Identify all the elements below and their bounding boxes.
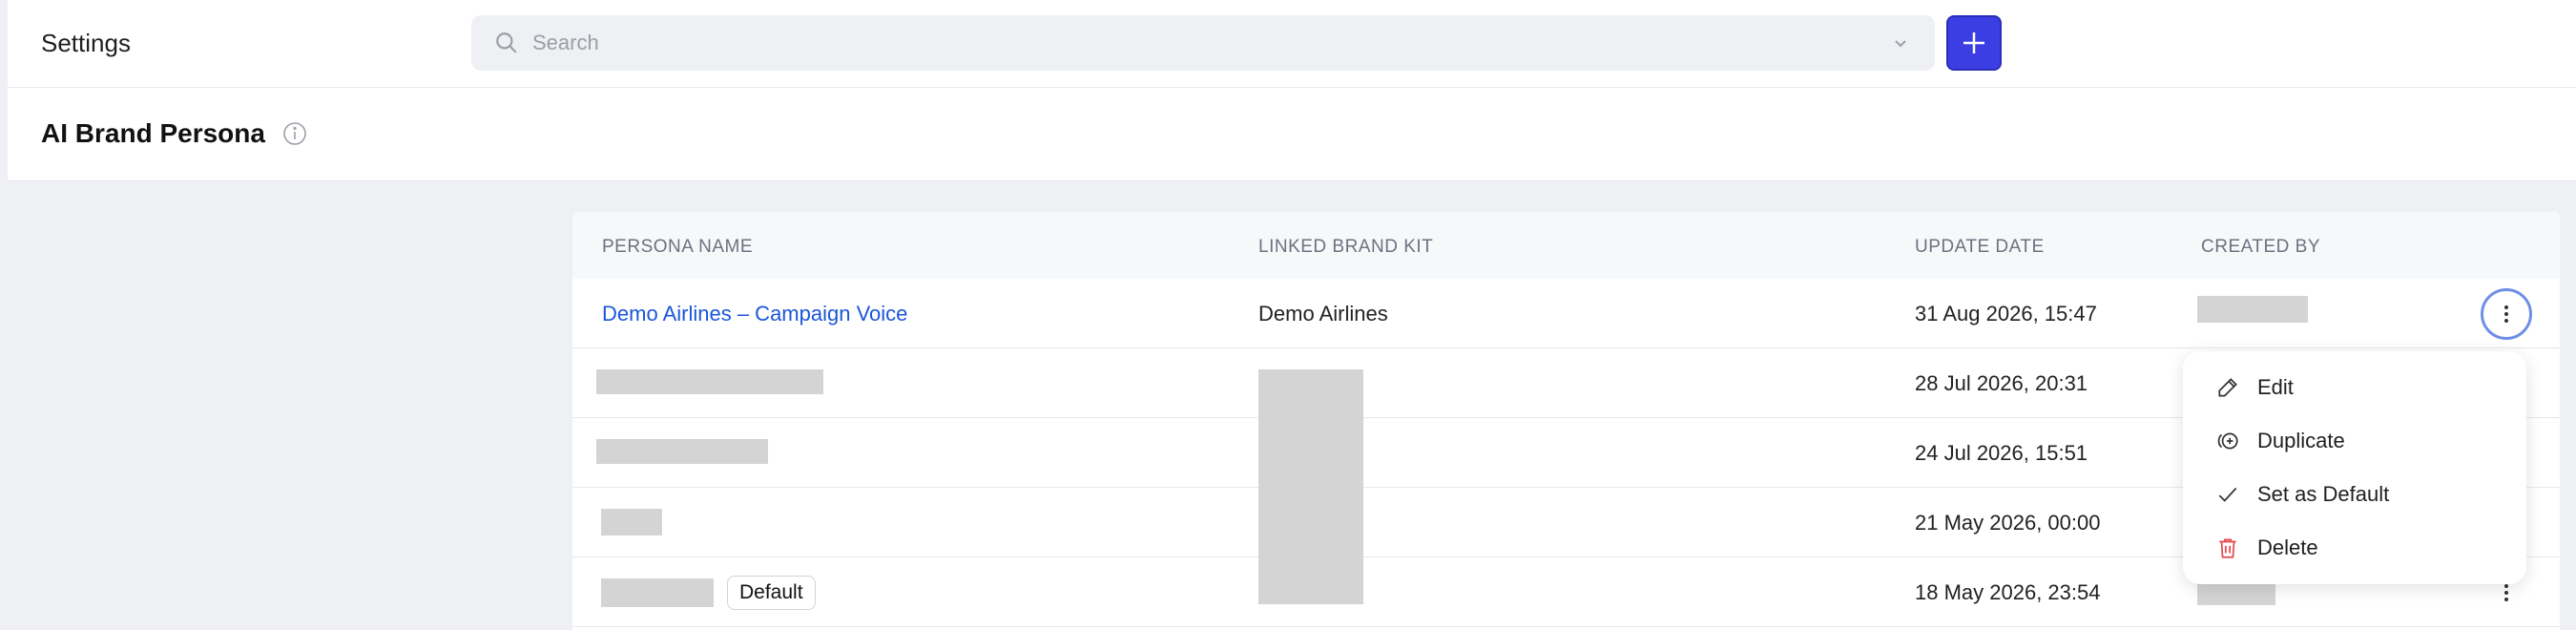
- search-icon: [496, 32, 517, 53]
- page-header: AI Brand Persona: [8, 88, 2576, 181]
- duplicate-icon: [2217, 432, 2238, 450]
- update-date: 24 Jul 2026, 15:51: [1915, 441, 2088, 465]
- menu-item-edit[interactable]: Edit: [2183, 361, 2526, 414]
- update-date: 21 May 2026, 00:00: [1915, 511, 2101, 535]
- linked-brand-kit: Demo Airlines: [1258, 302, 1388, 326]
- default-badge: Default: [727, 576, 816, 610]
- column-header-persona-name[interactable]: PERSONA NAME: [602, 237, 753, 258]
- redacted-persona-name: [601, 509, 662, 536]
- update-date: 31 Aug 2026, 15:47: [1915, 302, 2097, 326]
- menu-item-label: Duplicate: [2257, 429, 2345, 452]
- chevron-down-icon[interactable]: [1891, 34, 1910, 53]
- redacted-linked-brand-kits: [1258, 369, 1363, 604]
- check-icon: [2218, 487, 2237, 502]
- trash-icon: [2219, 538, 2236, 558]
- app-title: Settings: [41, 29, 131, 57]
- column-header-update-date[interactable]: UPDATE DATE: [1915, 237, 2045, 258]
- redacted-creator: [2197, 296, 2308, 323]
- left-rail: [0, 0, 8, 630]
- column-header-linked-brand-kit[interactable]: LINKED BRAND KIT: [1258, 237, 1433, 258]
- search-bar[interactable]: [471, 15, 1935, 71]
- search-input[interactable]: [532, 15, 1830, 71]
- menu-item-duplicate[interactable]: Duplicate: [2183, 414, 2526, 468]
- plus-icon: [1963, 32, 1984, 53]
- menu-item-label: Edit: [2257, 375, 2294, 399]
- more-vertical-icon: [2504, 581, 2508, 604]
- redacted-persona-name: [596, 369, 823, 394]
- update-date: 18 May 2026, 23:54: [1915, 580, 2101, 604]
- menu-item-label: Set as Default: [2257, 482, 2390, 506]
- page-title: AI Brand Persona: [41, 118, 265, 148]
- menu-item-set-as-default[interactable]: Set as Default: [2183, 468, 2526, 521]
- column-header-created-by[interactable]: CREATED BY: [2201, 237, 2320, 258]
- redacted-persona-name: [601, 578, 714, 607]
- add-button[interactable]: [1946, 15, 2002, 71]
- update-date: 28 Jul 2026, 20:31: [1915, 371, 2088, 395]
- table-header: PERSONA NAME LINKED BRAND KIT UPDATE DAT…: [572, 212, 2560, 279]
- menu-item-label: Delete: [2257, 536, 2318, 559]
- info-icon[interactable]: [282, 121, 307, 146]
- app-window: Settings AI Brand Persona PER: [0, 0, 2576, 630]
- row-actions-menu: Edit Duplicate Set as Default Delete: [2183, 351, 2526, 584]
- top-bar: Settings: [8, 0, 2576, 88]
- more-vertical-icon: [2504, 303, 2508, 326]
- row-more-button[interactable]: [2481, 288, 2532, 340]
- table-row[interactable]: Demo Airlines – Campaign Voice Demo Airl…: [572, 279, 2560, 348]
- persona-name-link[interactable]: Demo Airlines – Campaign Voice: [602, 302, 907, 326]
- pencil-icon: [2218, 378, 2237, 397]
- redacted-persona-name: [596, 439, 768, 464]
- menu-item-delete[interactable]: Delete: [2183, 521, 2526, 575]
